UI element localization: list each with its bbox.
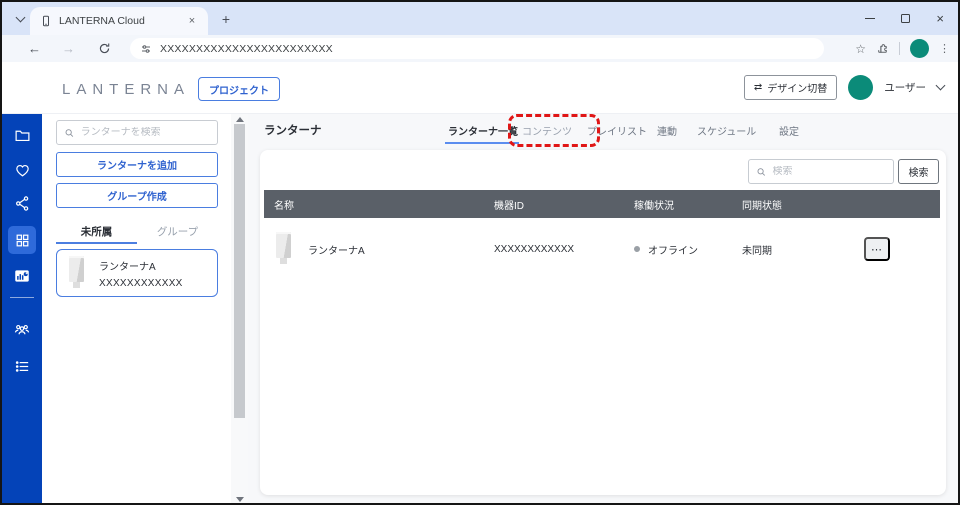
tab-unassigned[interactable]: 未所属 [56, 218, 137, 244]
address-bar[interactable]: XXXXXXXXXXXXXXXXXXXXXXXX [130, 38, 824, 59]
swap-arrows-icon: ⇄ [753, 82, 763, 93]
device-search-box[interactable] [56, 120, 218, 145]
url-text: XXXXXXXXXXXXXXXXXXXXXXXX [160, 42, 333, 55]
row-sync-state: 未同期 [742, 245, 772, 257]
chevron-down-icon[interactable] [935, 80, 946, 91]
tab-search-button[interactable] [10, 9, 30, 29]
nav-sidebar [2, 114, 42, 503]
active-tab-underline [445, 142, 519, 144]
app-header: LANTERNA cloud プロジェクト ⇄ デザイン切替 ユーザー [2, 62, 958, 114]
lantern-device-icon [274, 232, 294, 266]
search-button-label: 検索 [908, 168, 929, 179]
user-menu-label[interactable]: ユーザー [884, 80, 926, 95]
panel-scrollbar[interactable] [231, 114, 248, 503]
tab-link[interactable]: 連動 [657, 123, 677, 138]
table-header: 名称 機器ID 稼働状況 同期状態 [264, 190, 940, 218]
tab-close-icon[interactable]: × [184, 13, 200, 29]
sidebar-item-users[interactable] [10, 317, 34, 341]
tab-device-list[interactable]: ランターナ一覧 [448, 123, 518, 138]
device-name: ランターナA [99, 261, 156, 273]
project-button-label: プロジェクト [209, 85, 269, 97]
page-title: ランターナ [264, 125, 322, 137]
sidebar-item-analytics[interactable] [10, 264, 34, 288]
search-icon [65, 128, 74, 137]
browser-window: LANTERNA Cloud × + × ← → XXXXXXXXXXXXXXX… [0, 0, 960, 505]
browser-tab-strip: LANTERNA Cloud × + × [2, 2, 958, 35]
col-device-id: 機器ID [494, 200, 524, 212]
sidebar-item-list[interactable] [10, 354, 34, 378]
header-right: ⇄ デザイン切替 ユーザー [743, 75, 946, 100]
device-id: XXXXXXXXXXXX [99, 277, 183, 289]
browser-tab[interactable]: LANTERNA Cloud × [30, 7, 208, 35]
scrollbar-thumb[interactable] [234, 124, 245, 418]
table-search-input[interactable] [772, 166, 886, 177]
table-row[interactable]: ランターナA XXXXXXXXXXXX オフライン 未同期 ⋯ [264, 218, 940, 280]
row-device-id: XXXXXXXXXXXX [494, 243, 575, 255]
chevron-down-icon [15, 12, 25, 23]
col-sync: 同期状態 [742, 200, 782, 212]
add-device-button[interactable]: ランターナを追加 [56, 152, 218, 177]
sidebar-item-folder[interactable] [10, 123, 34, 147]
site-info-icon[interactable] [140, 43, 152, 55]
window-controls: × [865, 2, 952, 35]
extensions-icon[interactable] [876, 42, 889, 55]
device-panel: ランターナを追加 グループ作成 未所属 グループ ランターナA XXXXXXXX… [42, 114, 232, 503]
app-body: ランターナを追加 グループ作成 未所属 グループ ランターナA XXXXXXXX… [2, 114, 958, 503]
browser-toolbar: ← → XXXXXXXXXXXXXXXXXXXXXXXX ☆ ⋮ [2, 35, 958, 62]
tab-playlist[interactable]: プレイリスト [587, 123, 647, 138]
col-status: 稼働状況 [634, 200, 674, 212]
tab-settings[interactable]: 設定 [779, 123, 799, 138]
row-device-name: ランターナA [308, 245, 365, 257]
device-search-input[interactable] [80, 127, 210, 138]
col-name: 名称 [274, 200, 294, 212]
toolbar-divider [899, 42, 900, 55]
user-avatar[interactable] [848, 75, 874, 100]
logo-text-primary: LANTERNA [62, 81, 191, 98]
ellipsis-icon: ⋯ [871, 243, 883, 256]
sidebar-item-share[interactable] [10, 191, 34, 215]
device-card[interactable]: ランターナA XXXXXXXXXXXX [56, 249, 218, 297]
tab-schedule[interactable]: スケジュール [697, 123, 756, 138]
row-status: オフライン [648, 245, 698, 257]
reload-icon[interactable] [94, 38, 115, 59]
toolbar-right: ☆ ⋮ [855, 38, 950, 59]
tab-contents[interactable]: コンテンツ [522, 123, 572, 138]
project-button[interactable]: プロジェクト [198, 77, 280, 101]
tab-title: LANTERNA Cloud [59, 15, 145, 27]
window-minimize-icon[interactable] [865, 17, 876, 20]
create-group-label: グループ作成 [107, 192, 167, 203]
tab-group[interactable]: グループ [137, 218, 218, 244]
row-menu-button[interactable]: ⋯ [864, 237, 890, 261]
search-button[interactable]: 検索 [898, 159, 939, 184]
sidebar-divider [10, 297, 34, 298]
browser-menu-icon[interactable]: ⋮ [939, 42, 950, 55]
main-area: ランターナ ランターナ一覧 コンテンツ プレイリスト 連動 スケジュール 設定 … [248, 114, 958, 503]
window-maximize-icon[interactable] [901, 14, 911, 23]
back-icon[interactable]: ← [24, 38, 45, 59]
new-tab-button[interactable]: + [217, 10, 235, 28]
lantern-device-icon [67, 256, 87, 290]
sidebar-item-devices[interactable] [8, 226, 36, 254]
search-icon [757, 167, 766, 176]
device-list-card: 検索 名称 機器ID 稼働状況 同期状態 ランターナA XXXXXXXXXXXX [260, 150, 946, 495]
table-search-box[interactable] [748, 159, 894, 184]
sidebar-item-favorites[interactable] [10, 158, 34, 182]
scroll-up-icon[interactable] [236, 117, 244, 122]
bookmark-star-icon[interactable]: ☆ [855, 42, 866, 56]
window-close-icon[interactable]: × [936, 12, 944, 25]
forward-icon: → [62, 41, 75, 56]
mobile-device-icon [40, 15, 52, 27]
status-dot-icon [634, 246, 640, 252]
device-panel-tabs: 未所属 グループ [56, 218, 218, 244]
add-device-label: ランターナを追加 [97, 161, 177, 172]
browser-profile-avatar[interactable] [910, 39, 929, 58]
scroll-down-icon[interactable] [236, 497, 244, 502]
design-switch-button[interactable]: ⇄ デザイン切替 [743, 75, 838, 100]
create-group-button[interactable]: グループ作成 [56, 183, 218, 208]
design-switch-label: デザイン切替 [767, 84, 828, 95]
